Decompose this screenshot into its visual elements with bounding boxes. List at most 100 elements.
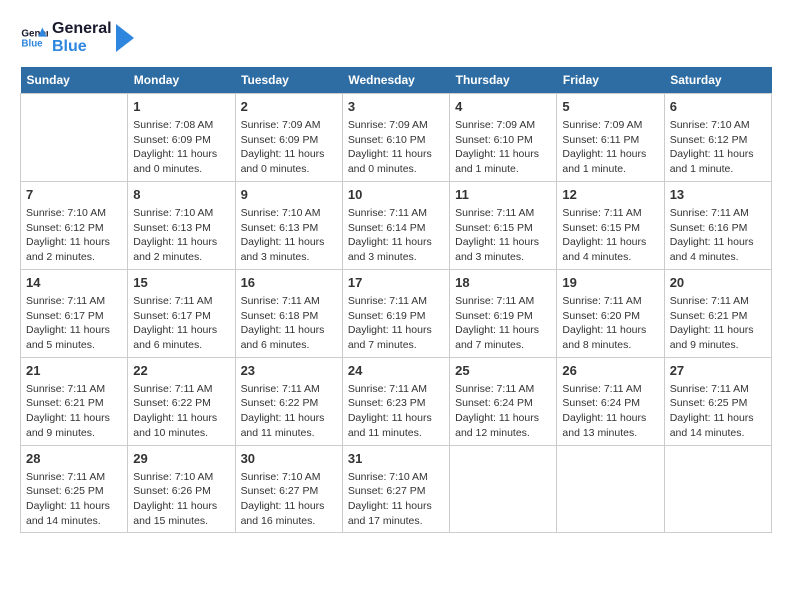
day-number: 29 [133,450,229,468]
day-number: 9 [241,186,337,204]
weekday-header-cell: Wednesday [342,67,449,94]
day-info: Sunrise: 7:09 AM Sunset: 6:10 PM Dayligh… [455,118,551,177]
day-info: Sunrise: 7:11 AM Sunset: 6:15 PM Dayligh… [562,206,658,265]
day-info: Sunrise: 7:11 AM Sunset: 6:15 PM Dayligh… [455,206,551,265]
calendar-week-row: 21Sunrise: 7:11 AM Sunset: 6:21 PM Dayli… [21,357,772,445]
calendar-day-cell: 22 Sunrise: 7:11 AM Sunset: 6:22 PM Dayli… [128,357,235,445]
calendar-day-cell: 5 Sunrise: 7:09 AM Sunset: 6:11 PM Daylig… [557,93,664,181]
day-info: Sunrise: 7:10 AM Sunset: 6:26 PM Dayligh… [133,470,229,529]
day-number: 14 [26,274,122,292]
day-number: 7 [26,186,122,204]
day-number: 2 [241,98,337,116]
calendar-day-cell: 20Sunrise: 7:11 AM Sunset: 6:21 PM Dayli… [664,269,771,357]
day-number: 11 [455,186,551,204]
weekday-header-cell: Monday [128,67,235,94]
day-number: 31 [348,450,444,468]
calendar-day-cell: 30 Sunrise: 7:10 AM Sunset: 6:27 PM Dayli… [235,445,342,533]
calendar-day-cell: 17 Sunrise: 7:11 AM Sunset: 6:19 PM Dayli… [342,269,449,357]
calendar-day-cell: 10 Sunrise: 7:11 AM Sunset: 6:14 PM Dayli… [342,181,449,269]
day-number: 26 [562,362,658,380]
day-info: Sunrise: 7:11 AM Sunset: 6:18 PM Dayligh… [241,294,337,353]
day-number: 25 [455,362,551,380]
day-number: 19 [562,274,658,292]
day-number: 13 [670,186,766,204]
calendar-day-cell: 24 Sunrise: 7:11 AM Sunset: 6:23 PM Dayli… [342,357,449,445]
weekday-header-row: SundayMondayTuesdayWednesdayThursdayFrid… [21,67,772,94]
day-number: 16 [241,274,337,292]
day-number: 27 [670,362,766,380]
day-number: 24 [348,362,444,380]
day-info: Sunrise: 7:10 AM Sunset: 6:12 PM Dayligh… [26,206,122,265]
svg-text:Blue: Blue [21,39,43,50]
calendar-day-cell [664,445,771,533]
calendar-day-cell: 11 Sunrise: 7:11 AM Sunset: 6:15 PM Dayli… [450,181,557,269]
calendar-day-cell: 27 Sunrise: 7:11 AM Sunset: 6:25 PM Dayli… [664,357,771,445]
day-info: Sunrise: 7:08 AM Sunset: 6:09 PM Dayligh… [133,118,229,177]
day-number: 1 [133,98,229,116]
weekday-header-cell: Sunday [21,67,128,94]
day-info: Sunrise: 7:11 AM Sunset: 6:22 PM Dayligh… [241,382,337,441]
weekday-header-cell: Thursday [450,67,557,94]
day-number: 3 [348,98,444,116]
calendar-day-cell: 16 Sunrise: 7:11 AM Sunset: 6:18 PM Dayli… [235,269,342,357]
day-number: 4 [455,98,551,116]
calendar-day-cell: 26 Sunrise: 7:11 AM Sunset: 6:24 PM Dayli… [557,357,664,445]
day-info: Sunrise: 7:11 AM Sunset: 6:24 PM Dayligh… [562,382,658,441]
day-info: Sunrise: 7:11 AM Sunset: 6:19 PM Dayligh… [348,294,444,353]
logo-blue: Blue [52,38,112,56]
day-info: Sunrise: 7:11 AM Sunset: 6:25 PM Dayligh… [670,382,766,441]
day-number: 12 [562,186,658,204]
calendar-day-cell: 3 Sunrise: 7:09 AM Sunset: 6:10 PM Daylig… [342,93,449,181]
calendar-day-cell: 1 Sunrise: 7:08 AM Sunset: 6:09 PM Daylig… [128,93,235,181]
calendar-day-cell [450,445,557,533]
calendar-day-cell: 21Sunrise: 7:11 AM Sunset: 6:21 PM Dayli… [21,357,128,445]
logo: General Blue General Blue [20,20,134,57]
day-number: 28 [26,450,122,468]
calendar-body: 1 Sunrise: 7:08 AM Sunset: 6:09 PM Daylig… [21,93,772,533]
day-number: 10 [348,186,444,204]
day-number: 17 [348,274,444,292]
calendar-week-row: 28 Sunrise: 7:11 AM Sunset: 6:25 PM Dayli… [21,445,772,533]
day-number: 8 [133,186,229,204]
day-number: 6 [670,98,766,116]
day-number: 22 [133,362,229,380]
day-info: Sunrise: 7:11 AM Sunset: 6:25 PM Dayligh… [26,470,122,529]
day-info: Sunrise: 7:11 AM Sunset: 6:21 PM Dayligh… [26,382,122,441]
day-info: Sunrise: 7:10 AM Sunset: 6:13 PM Dayligh… [241,206,337,265]
calendar-week-row: 14 Sunrise: 7:11 AM Sunset: 6:17 PM Dayli… [21,269,772,357]
day-info: Sunrise: 7:09 AM Sunset: 6:09 PM Dayligh… [241,118,337,177]
calendar-day-cell: 2 Sunrise: 7:09 AM Sunset: 6:09 PM Daylig… [235,93,342,181]
calendar-day-cell [557,445,664,533]
calendar-day-cell: 15 Sunrise: 7:11 AM Sunset: 6:17 PM Dayli… [128,269,235,357]
calendar-day-cell: 28 Sunrise: 7:11 AM Sunset: 6:25 PM Dayli… [21,445,128,533]
calendar-day-cell: 9 Sunrise: 7:10 AM Sunset: 6:13 PM Daylig… [235,181,342,269]
weekday-header-cell: Tuesday [235,67,342,94]
logo-text: General [52,20,112,38]
calendar-week-row: 1 Sunrise: 7:08 AM Sunset: 6:09 PM Daylig… [21,93,772,181]
day-info: Sunrise: 7:09 AM Sunset: 6:10 PM Dayligh… [348,118,444,177]
calendar-day-cell: 8Sunrise: 7:10 AM Sunset: 6:13 PM Daylig… [128,181,235,269]
day-number: 18 [455,274,551,292]
page-header: General Blue General Blue [20,20,772,57]
day-number: 30 [241,450,337,468]
day-info: Sunrise: 7:11 AM Sunset: 6:22 PM Dayligh… [133,382,229,441]
day-info: Sunrise: 7:11 AM Sunset: 6:17 PM Dayligh… [133,294,229,353]
calendar-day-cell: 7 Sunrise: 7:10 AM Sunset: 6:12 PM Daylig… [21,181,128,269]
day-info: Sunrise: 7:10 AM Sunset: 6:27 PM Dayligh… [241,470,337,529]
day-info: Sunrise: 7:11 AM Sunset: 6:16 PM Dayligh… [670,206,766,265]
calendar-day-cell: 13 Sunrise: 7:11 AM Sunset: 6:16 PM Dayli… [664,181,771,269]
calendar-day-cell: 4 Sunrise: 7:09 AM Sunset: 6:10 PM Daylig… [450,93,557,181]
day-info: Sunrise: 7:11 AM Sunset: 6:23 PM Dayligh… [348,382,444,441]
day-info: Sunrise: 7:10 AM Sunset: 6:12 PM Dayligh… [670,118,766,177]
calendar-week-row: 7 Sunrise: 7:10 AM Sunset: 6:12 PM Daylig… [21,181,772,269]
day-number: 15 [133,274,229,292]
calendar-day-cell: 6 Sunrise: 7:10 AM Sunset: 6:12 PM Daylig… [664,93,771,181]
calendar-day-cell: 31Sunrise: 7:10 AM Sunset: 6:27 PM Dayli… [342,445,449,533]
day-number: 5 [562,98,658,116]
calendar-day-cell: 19 Sunrise: 7:11 AM Sunset: 6:20 PM Dayli… [557,269,664,357]
day-info: Sunrise: 7:11 AM Sunset: 6:14 PM Dayligh… [348,206,444,265]
calendar-day-cell: 14Sunrise: 7:11 AM Sunset: 6:17 PM Dayli… [21,269,128,357]
day-info: Sunrise: 7:09 AM Sunset: 6:11 PM Dayligh… [562,118,658,177]
calendar-day-cell [21,93,128,181]
day-info: Sunrise: 7:11 AM Sunset: 6:20 PM Dayligh… [562,294,658,353]
